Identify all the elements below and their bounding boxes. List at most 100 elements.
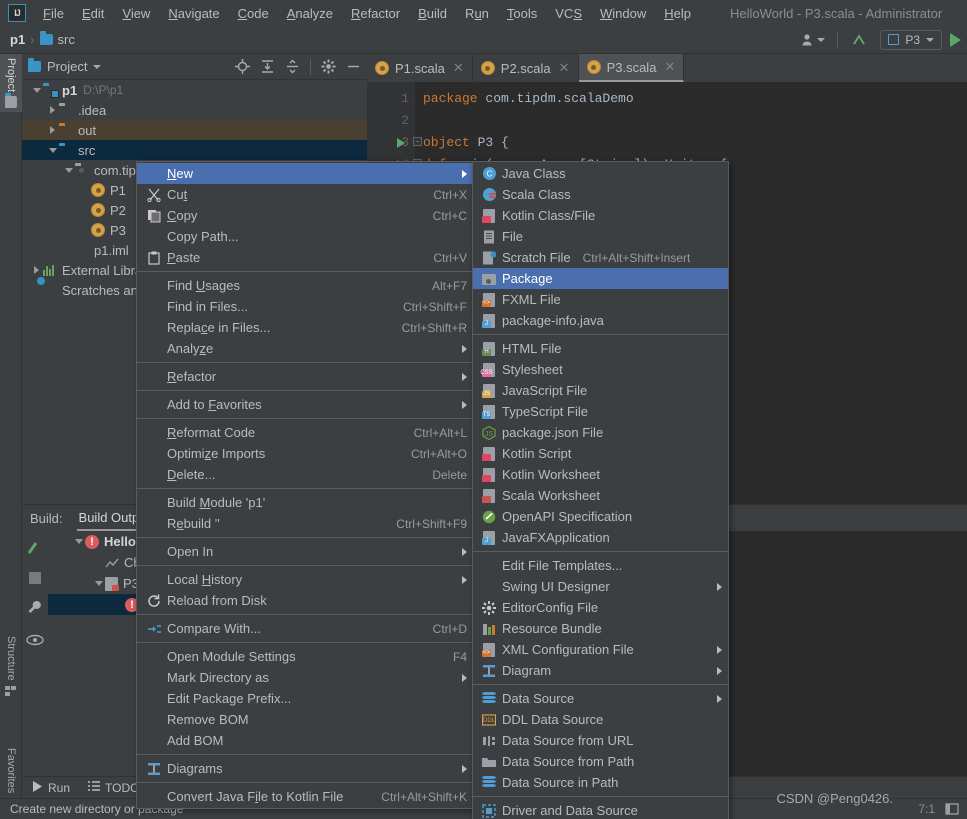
wrench-icon[interactable]: [26, 599, 44, 617]
close-icon[interactable]: ✕: [453, 60, 464, 76]
new-submenu-item-package[interactable]: Package: [473, 268, 728, 289]
new-submenu-item-java-class[interactable]: C Java Class: [473, 163, 728, 184]
close-icon[interactable]: ✕: [559, 60, 570, 76]
context-menu-item-find-in-files[interactable]: Find in Files... Ctrl+Shift+F: [137, 296, 475, 317]
menu-code[interactable]: Code: [229, 3, 278, 24]
context-menu-item-convert-java-file-to-kotlin-file[interactable]: Convert Java File to Kotlin File Ctrl+Alt…: [137, 786, 475, 807]
context-menu-item-local-history[interactable]: Local History: [137, 569, 475, 590]
new-submenu-item-html-file[interactable]: H HTML File: [473, 338, 728, 359]
new-submenu-item-fxml-file[interactable]: <> FXML File: [473, 289, 728, 310]
menu-view[interactable]: View: [113, 3, 159, 24]
new-submenu-item-javafxapplication[interactable]: J JavaFXApplication: [473, 527, 728, 548]
editor-tab-p1-scala[interactable]: P1.scala ✕: [367, 54, 473, 82]
run-gutter-icon[interactable]: [397, 138, 405, 148]
context-menu-item-reformat-code[interactable]: Reformat Code Ctrl+Alt+L: [137, 422, 475, 443]
new-submenu-item-file[interactable]: File: [473, 226, 728, 247]
new-submenu-item-scala-class[interactable]: Scala Class: [473, 184, 728, 205]
breadcrumb-project[interactable]: p1: [10, 32, 25, 47]
new-submenu-item-edit-file-templates[interactable]: Edit File Templates...: [473, 555, 728, 576]
context-menu-item-cut[interactable]: Cut Ctrl+X: [137, 184, 475, 205]
new-submenu-item-ddl-data-source[interactable]: DDL DDL Data Source: [473, 709, 728, 730]
user-account-button[interactable]: [797, 31, 829, 49]
menu-window[interactable]: Window: [591, 3, 655, 24]
new-submenu-item-javascript-file[interactable]: JS JavaScript File: [473, 380, 728, 401]
new-submenu-item-resource-bundle[interactable]: Resource Bundle: [473, 618, 728, 639]
new-submenu-item-diagram[interactable]: Diagram: [473, 660, 728, 681]
tree-node-out[interactable]: out: [22, 120, 367, 140]
menu-help[interactable]: Help: [655, 3, 700, 24]
context-menu-item-rebuild-default[interactable]: Rebuild '' Ctrl+Shift+F9: [137, 513, 475, 534]
new-submenu-item-xml-configuration-file[interactable]: <> XML Configuration File: [473, 639, 728, 660]
context-menu-item-delete[interactable]: Delete... Delete: [137, 464, 475, 485]
new-submenu-item-scala-worksheet[interactable]: Scala Worksheet: [473, 485, 728, 506]
new-submenu-item-kotlin-script[interactable]: Kotlin Script: [473, 443, 728, 464]
run-configuration-selector[interactable]: P3: [880, 29, 942, 50]
stop-icon[interactable]: [28, 571, 42, 585]
collapse-all-icon[interactable]: [285, 59, 300, 74]
hide-window-icon[interactable]: [346, 59, 361, 74]
sidebar-item-project[interactable]: Project: [0, 54, 22, 113]
menu-vcs[interactable]: VCS: [546, 3, 591, 24]
window-layout-icon[interactable]: [945, 802, 959, 816]
context-menu-item-replace-in-files[interactable]: Replace in Files... Ctrl+Shift+R: [137, 317, 475, 338]
vcs-update-button[interactable]: [846, 29, 872, 51]
new-submenu-item-data-source-from-url[interactable]: Data Source from URL: [473, 730, 728, 751]
context-menu-item-reload-from-disk[interactable]: Reload from Disk: [137, 590, 475, 611]
menu-build[interactable]: Build: [409, 3, 456, 24]
context-menu[interactable]: New Cut Ctrl+X Copy Ctrl+C Copy Path... Paste C…: [136, 161, 476, 809]
chevron-right-icon[interactable]: [46, 104, 59, 117]
context-menu-item-copy-path[interactable]: Copy Path...: [137, 226, 475, 247]
new-submenu-item-package-info-java[interactable]: Jpackage-info.java: [473, 310, 728, 331]
new-submenu[interactable]: C Java Class Scala Class Kotlin Class/File F…: [472, 161, 729, 819]
close-icon[interactable]: ✕: [664, 59, 675, 75]
context-menu-item-open-in[interactable]: Open In: [137, 541, 475, 562]
new-submenu-item-data-source[interactable]: Data Source: [473, 688, 728, 709]
chevron-down-icon[interactable]: [62, 164, 75, 177]
chevron-right-icon[interactable]: [46, 124, 59, 137]
context-menu-item-optimize-imports[interactable]: Optimize Imports Ctrl+Alt+O: [137, 443, 475, 464]
chevron-down-icon[interactable]: [72, 535, 85, 548]
chevron-down-icon[interactable]: [92, 577, 105, 590]
new-submenu-item-openapi-specification[interactable]: OpenAPI Specification: [473, 506, 728, 527]
bottom-tab-run[interactable]: Run: [32, 780, 70, 795]
editor-tab-p3-scala[interactable]: P3.scala ✕: [578, 54, 685, 82]
context-menu-item-remove-bom[interactable]: Remove BOM: [137, 709, 475, 730]
context-menu-item-copy[interactable]: Copy Ctrl+C: [137, 205, 475, 226]
menu-navigate[interactable]: Navigate: [159, 3, 228, 24]
locate-icon[interactable]: [235, 59, 250, 74]
gear-icon[interactable]: [321, 59, 336, 74]
chevron-down-icon[interactable]: [30, 84, 43, 97]
run-button[interactable]: [950, 32, 961, 47]
new-submenu-item-kotlin-worksheet[interactable]: Kotlin Worksheet: [473, 464, 728, 485]
new-submenu-item-typescript-file[interactable]: TS TypeScript File: [473, 401, 728, 422]
menu-file[interactable]: File: [34, 3, 73, 24]
context-menu-item-mark-directory-as[interactable]: Mark Directory as: [137, 667, 475, 688]
eye-icon[interactable]: [26, 631, 44, 649]
breadcrumb-current[interactable]: src: [58, 32, 75, 47]
build-hammer-icon[interactable]: [26, 539, 44, 557]
context-menu-item-add-to-favorites[interactable]: Add to Favorites: [137, 394, 475, 415]
new-submenu-item-kotlin-class-file[interactable]: Kotlin Class/File: [473, 205, 728, 226]
menu-tools[interactable]: Tools: [498, 3, 546, 24]
menu-edit[interactable]: Edit: [73, 3, 113, 24]
new-submenu-item-stylesheet[interactable]: CSS Stylesheet: [473, 359, 728, 380]
chevron-down-icon[interactable]: [46, 144, 59, 157]
code-fold-icon[interactable]: −: [413, 137, 422, 146]
new-submenu-item-data-source-in-path[interactable]: Data Source in Path: [473, 772, 728, 793]
new-submenu-item-data-source-from-path[interactable]: Data Source from Path: [473, 751, 728, 772]
new-submenu-item-swing-ui-designer[interactable]: Swing UI Designer: [473, 576, 728, 597]
new-submenu-item-package-json-file[interactable]: JS package.json File: [473, 422, 728, 443]
tree-node-src[interactable]: src: [22, 140, 367, 160]
tree-node-p1[interactable]: p1 D:\P\p1: [22, 80, 367, 100]
context-menu-item-refactor[interactable]: Refactor: [137, 366, 475, 387]
expand-all-icon[interactable]: [260, 59, 275, 74]
context-menu-item-compare-with[interactable]: Compare With... Ctrl+D: [137, 618, 475, 639]
context-menu-item-add-bom[interactable]: Add BOM: [137, 730, 475, 751]
tree-node--idea[interactable]: .idea: [22, 100, 367, 120]
chevron-right-icon[interactable]: [30, 264, 43, 277]
context-menu-item-edit-package-prefix[interactable]: Edit Package Prefix...: [137, 688, 475, 709]
new-submenu-item-editorconfig-file[interactable]: EditorConfig File: [473, 597, 728, 618]
chevron-down-icon[interactable]: [93, 64, 102, 69]
caret-position[interactable]: 7:1: [918, 802, 935, 816]
menu-refactor[interactable]: Refactor: [342, 3, 409, 24]
